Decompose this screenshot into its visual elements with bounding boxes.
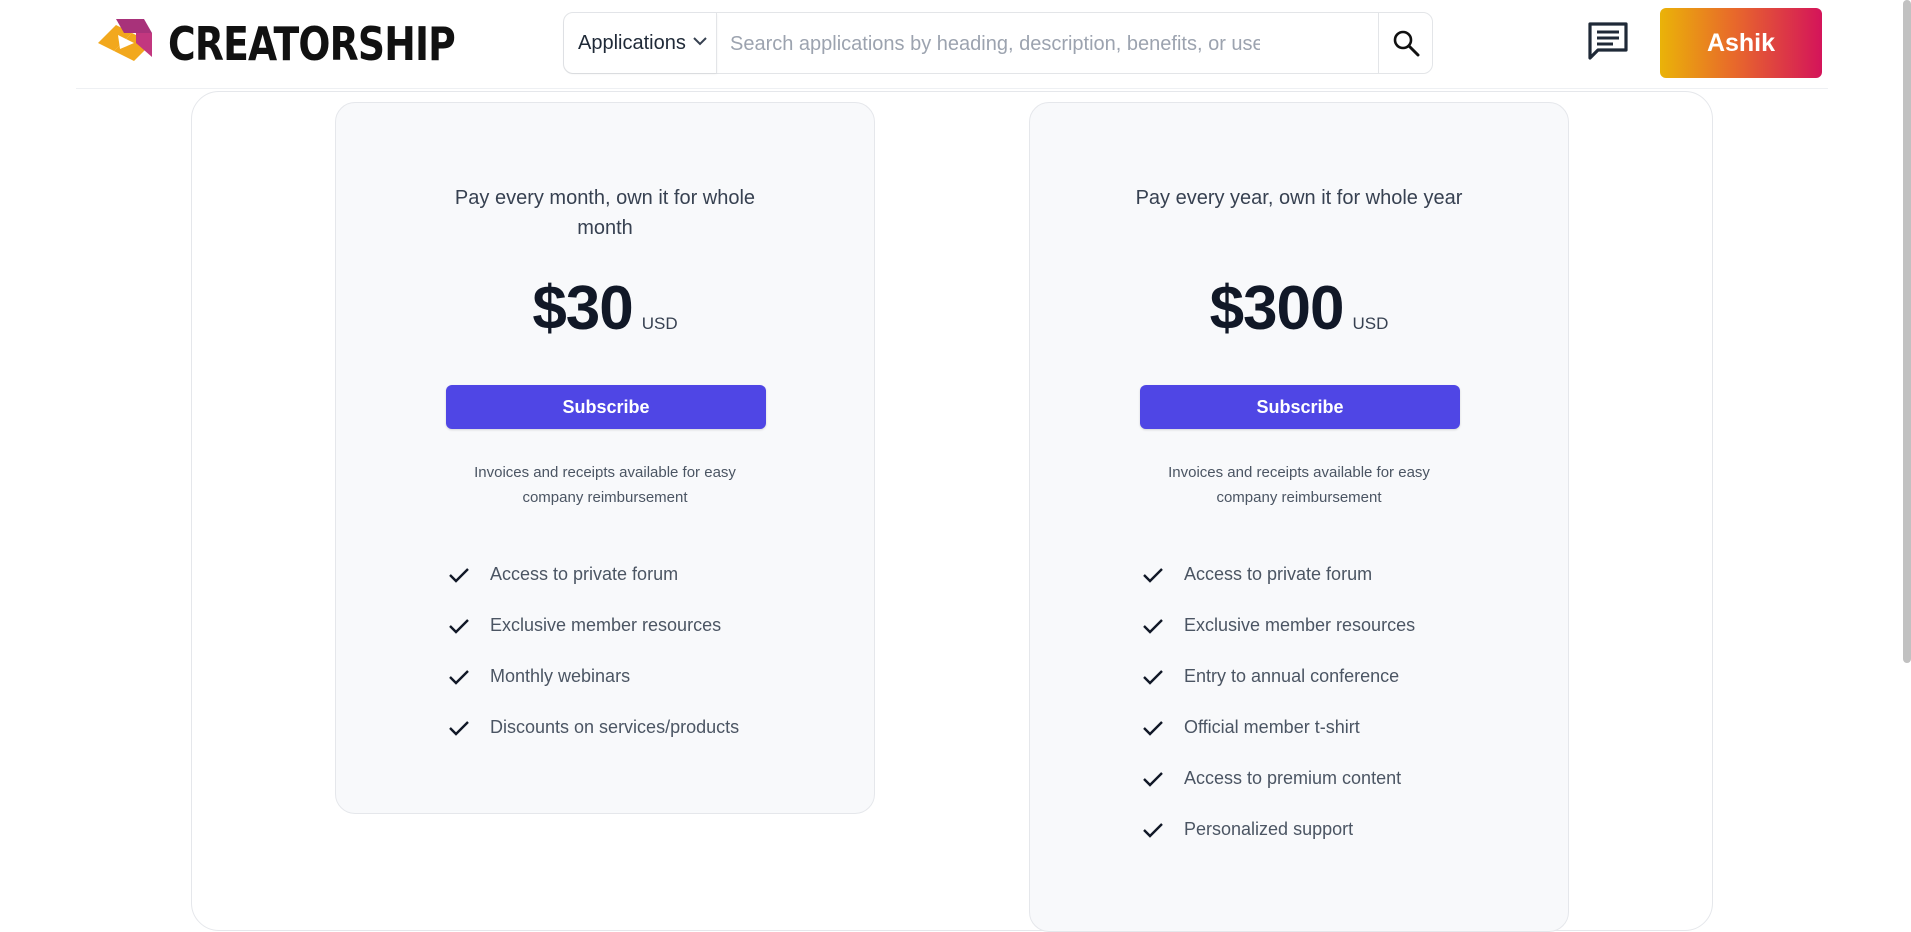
- page-scrollbar[interactable]: [1903, 0, 1911, 663]
- plan-price: $30: [532, 274, 633, 343]
- feature-label: Official member t-shirt: [1184, 717, 1360, 737]
- feature-label: Exclusive member resources: [490, 615, 722, 635]
- feature-item: Access to private forum: [1142, 549, 1415, 600]
- check-icon: [449, 567, 469, 583]
- feature-list: Access to private forum Exclusive member…: [1142, 549, 1415, 855]
- chat-icon[interactable]: [1586, 20, 1630, 69]
- check-icon: [449, 618, 469, 634]
- feature-item: Access to private forum: [448, 549, 739, 600]
- applications-dropdown[interactable]: Applications: [564, 13, 717, 73]
- plan-title: Pay every year, own it for whole year: [1135, 187, 1463, 209]
- check-icon: [1143, 822, 1163, 838]
- search-button[interactable]: [1378, 13, 1432, 73]
- feature-label: Entry to annual conference: [1184, 666, 1400, 686]
- search-input[interactable]: [728, 13, 1262, 75]
- feature-item: Personalized support: [1142, 804, 1415, 855]
- subscribe-button[interactable]: Subscribe: [1140, 385, 1460, 429]
- feature-label: Access to premium content: [1184, 768, 1402, 788]
- feature-item: Entry to annual conference: [1142, 651, 1415, 702]
- brand-name: CREATORSHIP: [168, 17, 456, 71]
- feature-label: Access to private forum: [1184, 564, 1373, 584]
- feature-label: Monthly webinars: [490, 666, 631, 686]
- subscribe-button[interactable]: Subscribe: [446, 385, 766, 429]
- feature-label: Exclusive member resources: [1184, 615, 1416, 635]
- user-menu-button[interactable]: Ashik: [1660, 8, 1822, 78]
- invoice-note: Invoices and receipts available for easy…: [474, 464, 736, 506]
- brand-logo[interactable]: CREATORSHIP: [96, 14, 518, 74]
- pricing-card-yearly: Pay every year, own it for whole year $3…: [1029, 102, 1569, 932]
- price-row: $30 USD: [336, 273, 874, 344]
- pricing-card-monthly: Pay every month, own it for whole month …: [335, 102, 875, 814]
- feature-item: Access to premium content: [1142, 753, 1415, 804]
- feature-item: Official member t-shirt: [1142, 702, 1415, 753]
- check-icon: [1143, 567, 1163, 583]
- feature-item: Discounts on services/products: [448, 702, 739, 753]
- feature-label: Access to private forum: [490, 564, 679, 584]
- feature-label: Personalized support: [1184, 819, 1354, 839]
- top-navbar: CREATORSHIP Applications Ashik: [76, 0, 1828, 89]
- plan-currency: USD: [641, 314, 678, 333]
- invoice-note: Invoices and receipts available for easy…: [1168, 464, 1430, 506]
- feature-list: Access to private forum Exclusive member…: [448, 549, 739, 753]
- plan-price: $300: [1209, 274, 1345, 343]
- search-bar: Applications: [563, 12, 1433, 75]
- check-icon: [1143, 618, 1163, 634]
- plan-currency: USD: [1352, 314, 1389, 333]
- chevron-down-icon: [693, 37, 707, 46]
- feature-label: Discounts on services/products: [490, 717, 740, 737]
- creatorship-logo-icon: [98, 19, 152, 61]
- search-icon: [1393, 30, 1419, 57]
- check-icon: [1143, 720, 1163, 736]
- plan-title: Pay every month, own it for whole month: [454, 187, 756, 239]
- check-icon: [1143, 669, 1163, 685]
- dropdown-label: Applications: [578, 31, 686, 54]
- price-row: $300 USD: [1030, 273, 1568, 344]
- check-icon: [449, 669, 469, 685]
- check-icon: [449, 720, 469, 736]
- feature-item: Exclusive member resources: [1142, 600, 1415, 651]
- feature-item: Monthly webinars: [448, 651, 739, 702]
- check-icon: [1143, 771, 1163, 787]
- feature-item: Exclusive member resources: [448, 600, 739, 651]
